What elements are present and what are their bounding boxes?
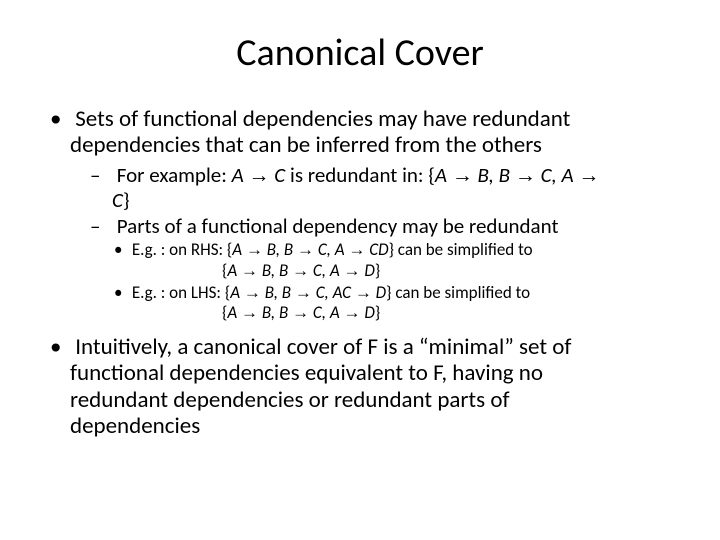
bullet-1-2-2-text: E.g. : on LHS: {A → B, B → C, AC → D} ca…	[132, 282, 530, 303]
text-frag-italic: A	[232, 162, 249, 188]
arrow-icon: →	[295, 283, 312, 302]
text-frag-italic: C, A	[309, 260, 343, 281]
bullet-1-1: For example: A → C is redundant in: {A →…	[90, 163, 670, 212]
arrow-icon: →	[578, 164, 599, 187]
text-frag-italic: A	[227, 302, 241, 323]
bullet-2-text-line2: functional dependencies equivalent to F,…	[50, 360, 670, 386]
text-frag: E.g. : on RHS: {	[132, 239, 232, 260]
arrow-icon: →	[241, 303, 258, 322]
bullet-1-2-1-text: E.g. : on RHS: {A → B, B → C, A → CD} ca…	[132, 239, 533, 260]
arrow-icon: →	[297, 240, 314, 259]
text-frag: is redundant in: {	[285, 162, 435, 188]
bullet-1-1-text: For example: A → C is redundant in: {A →…	[117, 162, 600, 188]
text-frag-italic: C, A	[536, 162, 579, 188]
text-frag-italic: D	[361, 302, 375, 323]
bullet-1-2: Parts of a functional dependency may be …	[90, 214, 670, 324]
arrow-icon: →	[348, 240, 365, 259]
text-frag-italic: B, B	[258, 260, 292, 281]
text-frag-italic: B, B	[261, 282, 295, 303]
bullet-1-1-cont: C}	[90, 188, 670, 212]
text-frag-italic: B, B	[473, 162, 515, 188]
slide: Canonical Cover Sets of functional depen…	[0, 0, 720, 540]
bullet-1: Sets of functional dependencies may have…	[50, 106, 670, 324]
arrow-icon: →	[344, 261, 361, 280]
bullet-2-text: Intuitively, a canonical cover of F is a…	[75, 333, 571, 361]
bullet-1-2-1-cont: {A → B, B → C, A → D}	[114, 261, 670, 281]
text-frag-italic: B, B	[263, 239, 297, 260]
arrow-icon: →	[246, 240, 263, 259]
text-frag-italic: C	[270, 162, 286, 188]
arrow-icon: →	[452, 164, 473, 187]
text-frag: }	[123, 187, 130, 213]
text-frag-italic: A	[435, 162, 452, 188]
bullet-1-text-line2: dependencies that can be inferred from t…	[50, 132, 670, 158]
text-frag-italic: A	[232, 239, 246, 260]
slide-title: Canonical Cover	[50, 30, 670, 76]
arrow-icon: →	[344, 303, 361, 322]
arrow-icon: →	[241, 261, 258, 280]
text-frag-italic: B, B	[258, 302, 292, 323]
arrow-icon: →	[249, 164, 270, 187]
text-frag: }	[375, 302, 380, 323]
text-frag-italic: C, AC	[312, 282, 355, 303]
text-frag-italic: C, A	[314, 239, 348, 260]
text-frag: E.g. : on LHS: {	[132, 282, 230, 303]
arrow-icon: →	[355, 283, 372, 302]
arrow-icon: →	[515, 164, 536, 187]
text-frag-italic: CD	[365, 239, 388, 260]
bullet-1-text: Sets of functional dependencies may have…	[75, 105, 570, 133]
arrow-icon: →	[292, 303, 309, 322]
bullet-list: Sets of functional dependencies may have…	[50, 106, 670, 440]
text-frag-italic: D	[361, 260, 375, 281]
text-frag-italic: C	[112, 187, 123, 213]
bullet-2-text-line3: redundant dependencies or redundant part…	[50, 387, 670, 413]
text-frag-italic: D	[372, 282, 386, 303]
bullet-1-2-text: Parts of a functional dependency may be …	[117, 213, 559, 239]
bullet-2-text-line4: dependencies	[50, 413, 670, 439]
arrow-icon: →	[292, 261, 309, 280]
bullet-1-2-1: E.g. : on RHS: {A → B, B → C, A → CD} ca…	[114, 240, 670, 281]
bullet-2: Intuitively, a canonical cover of F is a…	[50, 334, 670, 440]
text-frag: For example:	[117, 162, 232, 188]
text-frag-italic: C, A	[309, 302, 343, 323]
arrow-icon: →	[244, 283, 261, 302]
bullet-1-2-2-cont: {A → B, B → C, A → D}	[114, 303, 670, 323]
text-frag-italic: A	[230, 282, 244, 303]
bullet-1-2-2: E.g. : on LHS: {A → B, B → C, AC → D} ca…	[114, 283, 670, 324]
text-frag-italic: A	[227, 260, 241, 281]
text-frag: } can be simplified to	[389, 239, 533, 260]
text-frag: } can be simplified to	[386, 282, 530, 303]
text-frag: }	[375, 260, 380, 281]
